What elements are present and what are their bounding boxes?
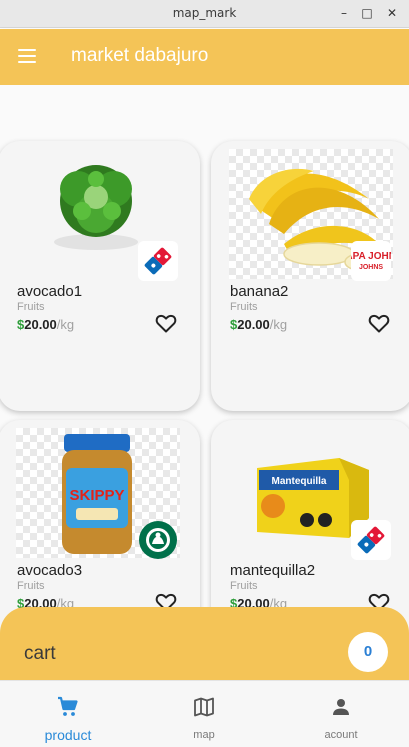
svg-text:SKIPPY: SKIPPY [69,487,124,504]
product-price: $20.00/kg [17,317,74,332]
price-amount: 20.00 [237,317,270,332]
product-category: Fruits [230,301,258,313]
product-name: avocado1 [17,283,83,300]
person-icon [329,695,353,719]
product-category: Fruits [17,301,45,313]
nav-item-account[interactable]: acount [273,681,409,747]
app-bar: market dabajuro [0,29,409,85]
window-titlebar: map_mark – □ ✕ [0,0,409,28]
page-title: market dabajuro [71,45,209,66]
starbucks-logo [138,520,178,560]
nav-label: product [44,727,92,743]
product-category: Fruits [17,580,45,592]
cart-label: cart [24,643,56,664]
close-button[interactable]: ✕ [383,4,401,22]
product-grid[interactable]: avocado1 Fruits $20.00/kg PAPA JOHNS JOH… [0,85,409,680]
cart-panel[interactable]: cart 0 [0,607,409,680]
hamburger-menu-icon[interactable] [18,49,36,63]
dominos-logo [138,241,178,281]
dominos-logo [351,520,391,560]
minimize-button[interactable]: – [335,4,353,22]
product-card[interactable]: avocado1 Fruits $20.00/kg [0,141,200,411]
cart-count-badge[interactable]: 0 [348,632,388,672]
bottom-navigation: product map acount [0,680,409,747]
svg-text:JOHNS: JOHNS [359,264,383,271]
product-name: banana2 [230,283,289,300]
nav-label: acount [324,729,358,741]
nav-item-product[interactable]: product [0,681,136,747]
svg-text:PAPA JOHNS: PAPA JOHNS [351,251,391,262]
price-amount: 20.00 [24,317,57,332]
product-category: Fruits [230,580,258,592]
papa-johns-logo: PAPA JOHNS JOHNS [339,241,403,281]
nav-item-map[interactable]: map [136,681,272,747]
product-card[interactable]: PAPA JOHNS JOHNS banana2 Fruits $20.00/k… [211,141,409,411]
nav-label: map [193,729,215,741]
shopping-cart-icon [56,695,80,719]
product-name: mantequilla2 [230,562,316,579]
product-price: $20.00/kg [230,317,287,332]
product-name: avocado3 [17,562,83,579]
maximize-button[interactable]: □ [358,4,376,22]
price-unit: /kg [56,317,75,332]
price-unit: /kg [269,317,288,332]
svg-text:Mantequilla: Mantequilla [271,476,326,487]
heart-icon[interactable] [367,311,391,335]
map-icon [192,695,216,719]
heart-icon[interactable] [154,311,178,335]
